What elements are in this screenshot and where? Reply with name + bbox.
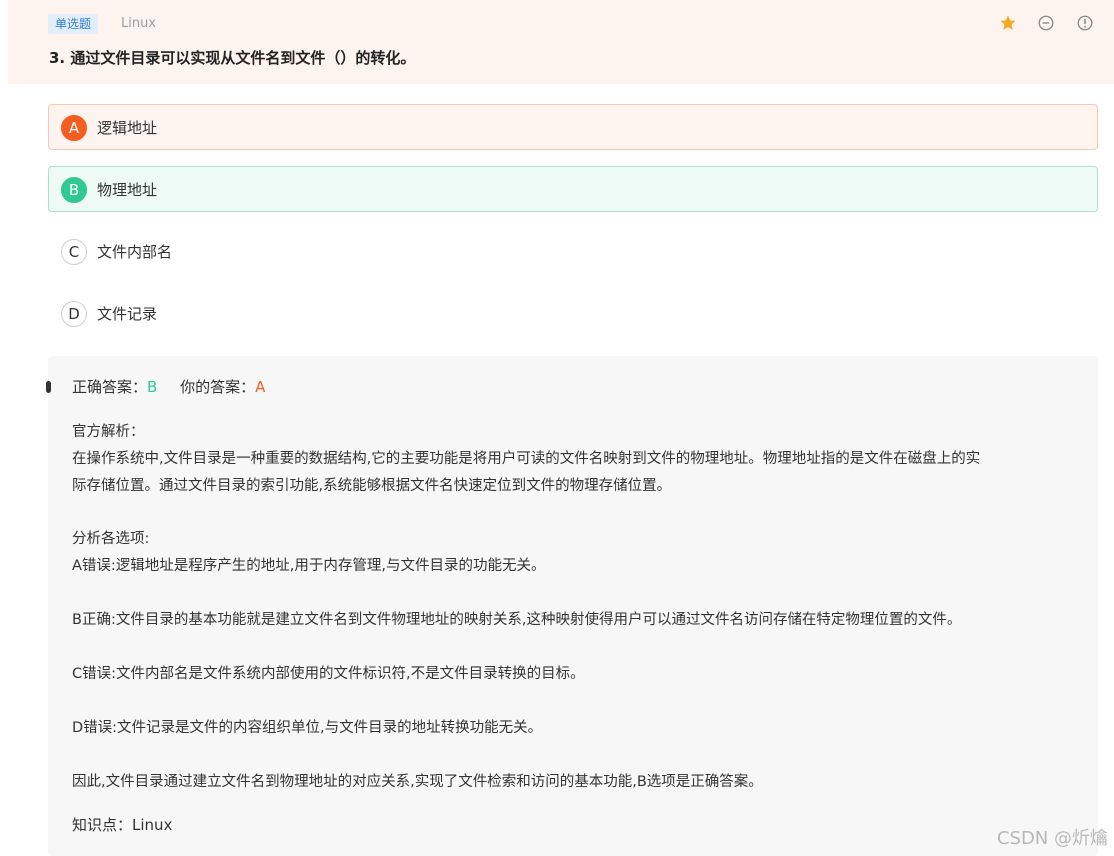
option-a[interactable]: A 逻辑地址 — [48, 104, 1098, 150]
knowledge-point: 知识点：Linux — [72, 814, 172, 835]
answer-summary: 正确答案：B 你的答案：A — [72, 376, 265, 398]
star-icon[interactable] — [999, 14, 1017, 32]
option-text-b: 物理地址 — [97, 181, 158, 199]
correct-answer-label: 正确答案： — [72, 378, 148, 396]
question-header: 单选题 Linux 3. 通过文件目录可以实现从文件名到文件（）的转化。 — [8, 0, 1114, 84]
question-title: 3. 通过文件目录可以实现从文件名到文件（）的转化。 — [49, 49, 416, 67]
option-d[interactable]: D 文件记录 — [48, 290, 1098, 336]
option-letter-c: C — [61, 239, 87, 265]
user-answer-label: 你的答案： — [180, 378, 256, 396]
option-letter-a: A — [61, 115, 87, 141]
subject-tag: Linux — [121, 16, 157, 31]
question-type-tag: 单选题 — [48, 14, 99, 34]
knowledge-label: 知识点： — [72, 816, 133, 834]
analysis-conclusion: 因此,文件目录通过建立文件名到物理地址的对应关系,实现了文件检索和访问的基本功能… — [72, 774, 763, 790]
info-icon[interactable] — [1076, 14, 1094, 32]
option-b-analysis: B正确:文件目录的基本功能就是建立文件名到文件物理地址的映射关系,这种映射使得用… — [72, 612, 962, 628]
correct-answer-value: B — [147, 378, 158, 396]
minus-circle-icon[interactable] — [1037, 14, 1055, 32]
option-letter-d: D — [61, 301, 87, 327]
option-d-analysis: D错误:文件记录是文件的内容组织单位,与文件目录的地址转换功能无关。 — [72, 720, 543, 736]
analysis-marker — [46, 381, 51, 393]
analysis-panel: 正确答案：B 你的答案：A 官方解析： 在操作系统中,文件目录是一种重要的数据结… — [46, 356, 1098, 856]
option-b[interactable]: B 物理地址 — [48, 166, 1098, 212]
options-analysis-title: 分析各选项: — [72, 531, 150, 547]
option-c-analysis: C错误:文件内部名是文件系统内部使用的文件标识符,不是文件目录转换的目标。 — [72, 666, 585, 682]
watermark: CSDN @炘爚 — [996, 828, 1108, 849]
knowledge-value: Linux — [132, 816, 173, 834]
option-text-d: 文件记录 — [97, 305, 158, 323]
analysis-title: 官方解析： — [72, 424, 145, 440]
analysis-intro-line2: 际存储位置。通过文件目录的索引功能,系统能够根据文件名快速定位到文件的物理存储位… — [72, 478, 672, 494]
option-text-c: 文件内部名 — [97, 243, 173, 261]
option-text-a: 逻辑地址 — [97, 119, 158, 137]
option-letter-b: B — [61, 177, 87, 203]
option-c[interactable]: C 文件内部名 — [48, 228, 1098, 274]
user-answer-value: A — [255, 378, 266, 396]
analysis-intro-line1: 在操作系统中,文件目录是一种重要的数据结构,它的主要功能是将用户可读的文件名映射… — [72, 451, 981, 467]
option-a-analysis: A错误:逻辑地址是程序产生的地址,用于内存管理,与文件目录的功能无关。 — [72, 558, 546, 574]
